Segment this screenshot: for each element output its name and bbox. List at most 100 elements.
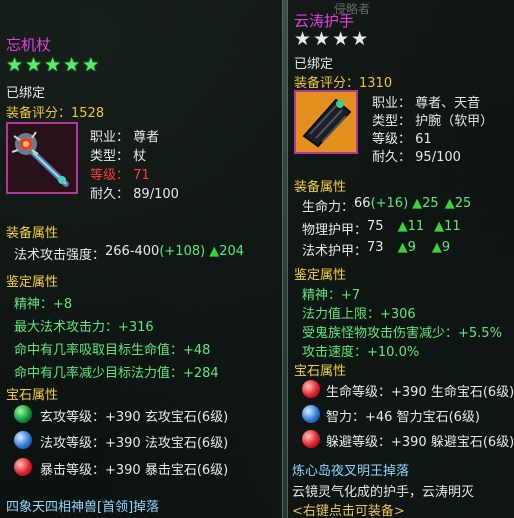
up-arrow-icon: ▲: [444, 196, 455, 211]
info-value: 杖: [133, 149, 147, 164]
red-gem-icon: [302, 430, 320, 448]
attr-magic-armor: 法术护甲： 73 ▲ 9 ▲ 9: [302, 240, 450, 259]
up-arrow-icon: ▲: [431, 240, 442, 255]
attr-compare-value: 204: [219, 244, 245, 259]
drop-source: 四象天四相神兽[首领]掉落: [6, 500, 160, 515]
star-icon: ★: [44, 54, 62, 76]
ident-attr: 受鬼族怪物攻击伤害减少：+5.5%: [302, 326, 502, 341]
info-durability: 耐久： 89/100: [90, 183, 179, 202]
info-label: 等级：: [372, 132, 412, 147]
equip-attr-header: 装备属性: [294, 180, 347, 195]
blue-gem-icon: [14, 431, 32, 449]
up-arrow-icon: ▲: [397, 240, 408, 255]
equip-score: 装备评分：1310: [294, 72, 392, 91]
red-gem-icon: [302, 380, 320, 398]
info-label: 类型：: [372, 114, 412, 129]
attr-label: 物理护甲：: [302, 223, 368, 238]
info-label: 职业：: [90, 130, 130, 145]
attr-label: 法术攻击强度：: [14, 248, 106, 263]
ident-attr: 精神：+8: [14, 297, 73, 312]
info-label: 耐久：: [372, 150, 412, 165]
attr-compare-value: 11: [407, 219, 425, 234]
ident-attr: 精神：+7: [302, 288, 361, 303]
attr-hp: 生命力： 66 (+16) ▲ 25 ▲ 25: [302, 196, 471, 215]
attr-bonus: (+108): [159, 244, 206, 259]
ident-attr: 攻击速度：+10.0%: [302, 345, 420, 360]
gem-attr-header: 宝石属性: [294, 364, 347, 379]
equip-attr-header: 装备属性: [6, 226, 59, 241]
info-value: 尊者: [133, 130, 160, 145]
star-icon: ★: [332, 28, 350, 50]
info-value: 71: [133, 168, 150, 183]
star-icon: ★: [63, 54, 81, 76]
attr-phys-armor: 物理护甲： 75 ▲ 11 ▲ 11: [302, 219, 461, 238]
attr-compare-value: 9: [407, 240, 416, 255]
item-name: 忘机杖: [6, 36, 52, 54]
info-value: 61: [415, 132, 432, 147]
info-level: 等级： 61: [372, 128, 432, 147]
attr-label: 生命力：: [302, 200, 355, 215]
ident-attr-header: 鉴定属性: [294, 268, 347, 283]
info-type: 类型： 杖: [90, 145, 146, 164]
up-arrow-icon: ▲: [209, 244, 220, 259]
attr-compare-value: 25: [422, 196, 439, 211]
bound-status: 已绑定: [6, 86, 46, 101]
equip-score: 装备评分：1528: [6, 102, 104, 121]
gem-line: 玄攻等级：+390 玄攻宝石(6级): [40, 410, 229, 425]
info-value: 尊者、天音: [415, 96, 481, 111]
up-arrow-icon: ▲: [412, 196, 423, 211]
info-class: 职业： 尊者、天音: [372, 92, 480, 111]
star-icon: ★: [351, 28, 369, 50]
info-label: 职业：: [372, 96, 412, 111]
info-label: 等级：: [90, 168, 130, 183]
attr-label: 法术护甲：: [302, 244, 368, 259]
attr-base: 266-400: [105, 244, 160, 259]
star-icon: ★: [82, 54, 100, 76]
gem-line: 法攻等级：+390 法攻宝石(6级): [40, 436, 229, 451]
score-label: 装备评分：: [294, 76, 360, 91]
star-icon: ★: [25, 54, 43, 76]
item-tooltip-right: 侵略者 云涛护手 ★ ★ ★ ★ 已绑定 装备评分：1310 职业： 尊者、天音…: [287, 0, 514, 518]
info-type: 类型： 护腕（软甲）: [372, 110, 493, 129]
attr-bonus: (+16): [370, 196, 409, 211]
info-label: 耐久：: [90, 187, 130, 202]
drop-source: 炼心岛夜叉明王掉落: [292, 464, 410, 479]
score-label: 装备评分：: [6, 106, 72, 121]
gem-line: 生命等级：+390 生命宝石(6级): [326, 385, 514, 400]
red-gem-icon: [14, 458, 32, 476]
jade-gem-icon: [14, 405, 32, 423]
info-class: 职业： 尊者: [90, 126, 159, 145]
ident-attr: 命中有几率吸取目标生命值：+48: [14, 343, 211, 358]
info-value: 89/100: [133, 187, 179, 202]
item-icon-staff[interactable]: [6, 122, 78, 194]
ident-attr-header: 鉴定属性: [6, 275, 59, 290]
staff-icon: [8, 124, 76, 192]
attr-compare-value: 25: [454, 196, 472, 211]
item-tooltip-left: 忘机杖 ★ ★ ★ ★ ★ 已绑定 装备评分：1528 职业： 尊者 类型： 杖…: [0, 0, 283, 518]
attr-base: 66: [354, 196, 371, 211]
up-arrow-icon: ▲: [434, 219, 445, 234]
gem-line: 躲避等级：+390 躲避宝石(6级): [326, 435, 514, 450]
info-value: 95/100: [415, 150, 461, 165]
attr-base: 75: [367, 219, 384, 234]
info-durability: 耐久： 95/100: [372, 146, 461, 165]
ident-attr: 法力值上限：+306: [302, 307, 416, 322]
bound-status: 已绑定: [294, 57, 334, 72]
up-arrow-icon: ▲: [397, 219, 408, 234]
ident-attr: 命中有几率减少目标法力值：+284: [14, 366, 219, 381]
score-value: 1528: [71, 106, 105, 121]
ident-attr: 最大法术攻击力：+316: [14, 320, 154, 335]
star-icon: ★: [294, 28, 312, 50]
blue-gem-icon: [302, 405, 320, 423]
score-value: 1310: [359, 76, 393, 91]
info-label: 类型：: [90, 149, 130, 164]
right-click-equip-hint[interactable]: <右键点击可装备>: [292, 500, 405, 518]
attr-compare-value: 11: [444, 219, 461, 234]
gem-attr-header: 宝石属性: [6, 388, 59, 403]
attr-spell-power: 法术攻击强度： 266-400 (+108) ▲ 204: [14, 244, 244, 263]
star-rating: ★ ★ ★ ★ ★: [6, 56, 99, 75]
gem-line: 智力：+46 智力宝石(6级): [326, 410, 480, 425]
star-icon: ★: [6, 54, 24, 76]
item-icon-bracer[interactable]: [294, 90, 358, 154]
gem-line: 暴击等级：+390 暴击宝石(6级): [40, 463, 229, 478]
